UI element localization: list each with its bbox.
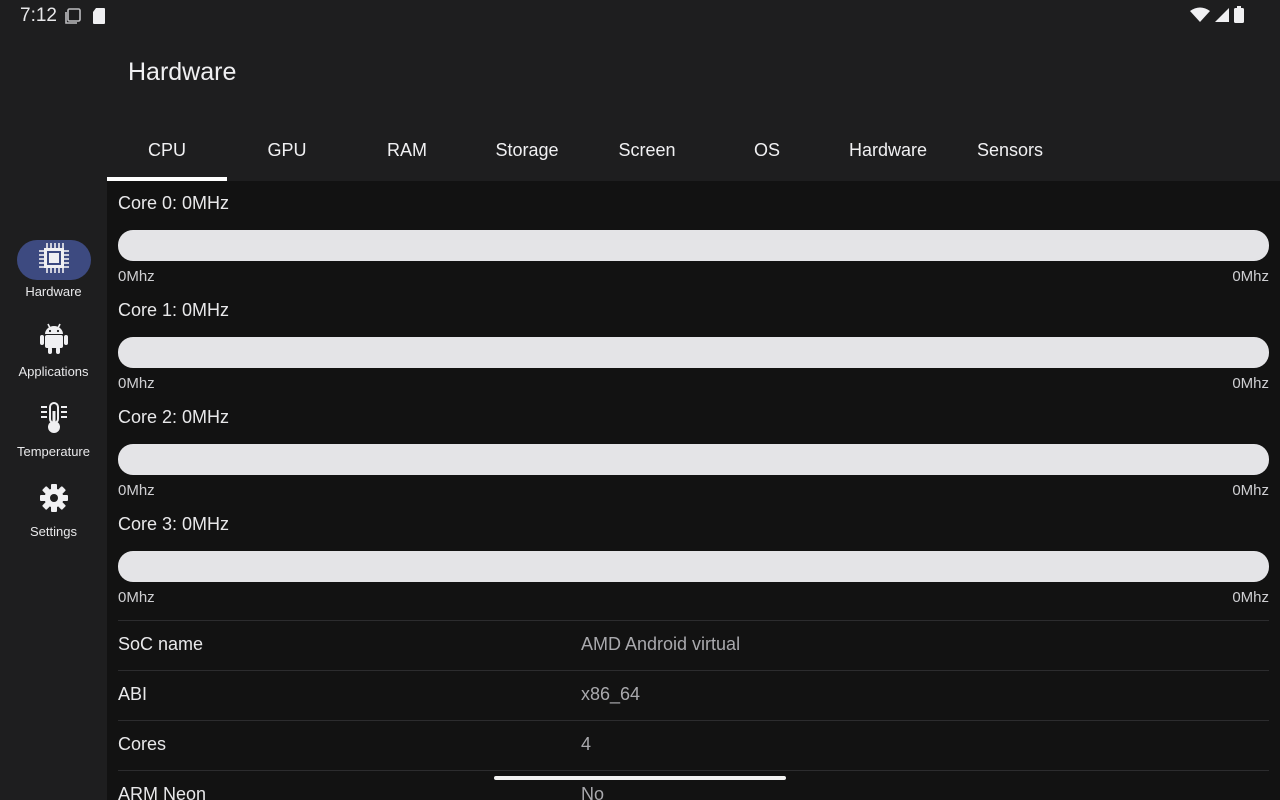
tab-cpu[interactable]: CPU bbox=[107, 120, 227, 181]
gear-icon bbox=[39, 483, 69, 518]
navigation-rail: Hardware Applications Temperature Settin… bbox=[0, 32, 107, 800]
nav-label: Applications bbox=[18, 364, 89, 379]
tab-sensors[interactable]: Sensors bbox=[949, 120, 1071, 181]
info-row-arm-neon[interactable]: ARM Neon No bbox=[118, 770, 1269, 800]
tab-gpu[interactable]: GPU bbox=[227, 120, 347, 181]
info-key: ARM Neon bbox=[118, 784, 207, 800]
core-frequency-item: Core 1: 0MHz 0Mhz 0Mhz bbox=[118, 288, 1269, 395]
core-max-frequency: 0Mhz bbox=[1232, 482, 1269, 499]
info-value: 4 bbox=[581, 734, 592, 754]
nav-item-settings[interactable]: Settings bbox=[0, 480, 107, 552]
info-key: Cores bbox=[118, 734, 167, 754]
tab-os[interactable]: OS bbox=[707, 120, 827, 181]
wifi-icon bbox=[1190, 7, 1210, 28]
core-max-frequency: 0Mhz bbox=[1232, 589, 1269, 606]
info-row-cores[interactable]: Cores 4 bbox=[118, 720, 1269, 771]
status-time: 7:12 bbox=[20, 5, 57, 26]
nav-label: Hardware bbox=[25, 284, 82, 299]
core-progress-bar bbox=[118, 230, 1269, 261]
tab-storage[interactable]: Storage bbox=[467, 120, 587, 181]
core-max-frequency: 0Mhz bbox=[1232, 375, 1269, 392]
tab-bar: CPU GPU RAM Storage Screen OS Hardware S… bbox=[107, 120, 1280, 181]
android-icon bbox=[39, 321, 69, 360]
home-indicator[interactable] bbox=[494, 776, 786, 780]
page-title: Hardware bbox=[128, 58, 237, 86]
info-value: x86_64 bbox=[581, 684, 641, 704]
battery-icon bbox=[1234, 6, 1244, 28]
core-title: Core 0: 0MHz bbox=[118, 193, 230, 213]
tab-screen[interactable]: Screen bbox=[587, 120, 707, 181]
screenshot-icon bbox=[64, 7, 82, 30]
cpu-content[interactable]: Core 0: 0MHz 0Mhz 0Mhz Core 1: 0MHz 0Mhz… bbox=[107, 181, 1280, 800]
core-min-frequency: 0Mhz bbox=[118, 375, 155, 392]
tab-ram[interactable]: RAM bbox=[347, 120, 467, 181]
tab-hardware[interactable]: Hardware bbox=[827, 120, 949, 181]
nav-label: Temperature bbox=[17, 444, 90, 459]
core-frequency-item: Core 0: 0MHz 0Mhz 0Mhz bbox=[118, 181, 1269, 288]
core-frequency-item: Core 2: 0MHz 0Mhz 0Mhz bbox=[118, 395, 1269, 502]
core-progress-bar bbox=[118, 551, 1269, 582]
nav-item-applications[interactable]: Applications bbox=[0, 320, 107, 392]
core-title: Core 2: 0MHz bbox=[118, 407, 230, 427]
cpu-chip-icon bbox=[37, 241, 71, 280]
nav-item-hardware[interactable]: Hardware bbox=[0, 240, 107, 312]
core-max-frequency: 0Mhz bbox=[1232, 268, 1269, 285]
core-progress-bar bbox=[118, 444, 1269, 475]
core-min-frequency: 0Mhz bbox=[118, 268, 155, 285]
core-progress-bar bbox=[118, 337, 1269, 368]
core-title: Core 1: 0MHz bbox=[118, 300, 230, 320]
info-key: SoC name bbox=[118, 634, 204, 654]
info-key: ABI bbox=[118, 684, 148, 704]
core-min-frequency: 0Mhz bbox=[118, 589, 155, 606]
info-row-abi[interactable]: ABI x86_64 bbox=[118, 670, 1269, 721]
info-row-soc-name[interactable]: SoC name AMD Android virtual bbox=[118, 620, 1269, 671]
core-frequency-item: Core 3: 0MHz 0Mhz 0Mhz bbox=[118, 502, 1269, 609]
core-min-frequency: 0Mhz bbox=[118, 482, 155, 499]
sd-card-icon bbox=[92, 7, 106, 30]
info-value: AMD Android virtual bbox=[581, 634, 741, 654]
status-bar: 7:12 bbox=[0, 0, 1280, 32]
nav-label: Settings bbox=[30, 524, 77, 539]
info-value: No bbox=[581, 784, 605, 800]
core-title: Core 3: 0MHz bbox=[118, 514, 230, 534]
nav-item-temperature[interactable]: Temperature bbox=[0, 400, 107, 472]
thermometer-icon bbox=[39, 401, 69, 439]
signal-icon bbox=[1214, 7, 1230, 28]
